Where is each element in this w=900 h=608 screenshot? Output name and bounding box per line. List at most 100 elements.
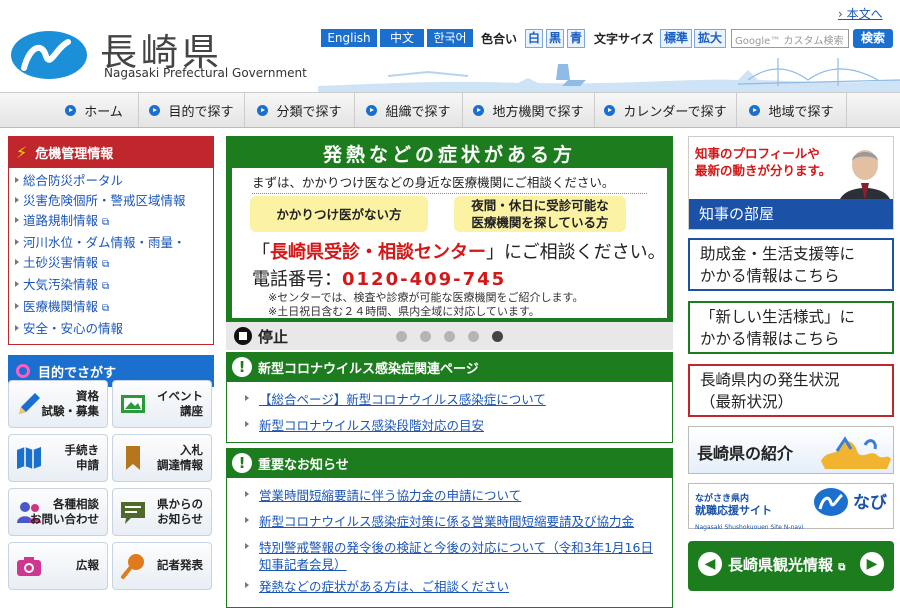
subsidy-info-banner[interactable]: 助成金・生活支援等に かかる情報はこちら bbox=[688, 238, 894, 291]
external-link-icon: ⧉ bbox=[102, 281, 110, 292]
camera-icon bbox=[17, 557, 41, 576]
font-large-button[interactable]: 拡大 bbox=[694, 29, 726, 48]
button-label-line2: お問い合わせ bbox=[30, 512, 99, 526]
purpose-pr-button[interactable]: 広報 bbox=[8, 542, 108, 590]
color-blue-button[interactable]: 青 bbox=[567, 29, 585, 48]
prev-arrow-icon[interactable]: ◀ bbox=[698, 552, 722, 576]
logo-title-en: Nagasaki Prefectural Government bbox=[104, 66, 307, 80]
purpose-press-button[interactable]: 記者発表 bbox=[112, 542, 212, 590]
crisis-panel-header: ⚡ 危機管理情報 bbox=[8, 136, 214, 168]
news-link[interactable]: 【総合ページ】新型コロナウイルス感染症について bbox=[227, 388, 672, 414]
link-label: 医療機関情報 bbox=[23, 299, 99, 314]
nav-calendar[interactable]: カレンダーで探す bbox=[595, 93, 737, 127]
lightning-icon: ⚡ bbox=[16, 142, 28, 162]
external-link-icon: ⧉ bbox=[102, 217, 110, 228]
covid-section-title: 新型コロナウイルス感染症関連ページ bbox=[258, 361, 479, 377]
news-link[interactable]: 特別警戒警報の発令後の検証と今後の対応について（令和3年1月16日 知事記者会見） bbox=[227, 536, 672, 575]
crisis-link-hazard-areas[interactable]: 災害危険個所・警戒区域情報 bbox=[9, 191, 213, 211]
outbreak-status-banner[interactable]: 長崎県内の発生状況 （最新状況） bbox=[688, 364, 894, 417]
job-support-site-banner[interactable]: ながさき県内 就職応援サイト Nagasaki Shushokuouen Sit… bbox=[688, 483, 894, 531]
main-content: 発熱などの症状がある方 まずは、かかりつけ医などの身近な医療機関にご相談ください… bbox=[226, 136, 673, 608]
crisis-link-air[interactable]: 大気汚染情報 ⧉ bbox=[9, 275, 213, 297]
slider-dot[interactable] bbox=[396, 331, 407, 342]
slider-dot[interactable] bbox=[468, 331, 479, 342]
button-label-line2: 試験・募集 bbox=[41, 404, 100, 418]
governor-text-line1: 知事のプロフィールや bbox=[695, 146, 820, 161]
covid-section-header: ! 新型コロナウイルス感染症関連ページ bbox=[226, 352, 673, 382]
intro-label: 長崎県の紹介 bbox=[697, 444, 794, 463]
next-arrow-icon[interactable]: ▶ bbox=[860, 552, 884, 576]
new-lifestyle-banner[interactable]: 「新しい生活様式」に かかる情報はこちら bbox=[688, 301, 894, 354]
nav-organization[interactable]: 組織で探す bbox=[355, 93, 463, 127]
left-sidebar: ⚡ 危機管理情報 総合防災ポータル 災害危険個所・警戒区域情報 道路規制情報 ⧉… bbox=[8, 136, 214, 387]
crisis-link-medical[interactable]: 医療機関情報 ⧉ bbox=[9, 297, 213, 319]
map-book-icon bbox=[17, 447, 41, 469]
nav-region[interactable]: 地域で探す bbox=[737, 93, 847, 127]
crisis-link-disaster-portal[interactable]: 総合防災ポータル bbox=[9, 171, 213, 191]
no-family-doctor-box: かかりつけ医がない方 bbox=[250, 196, 428, 232]
search-button[interactable]: 検索 bbox=[853, 29, 893, 48]
nav-category[interactable]: 分類で探す bbox=[245, 93, 355, 127]
slider-controls: 停止 bbox=[226, 322, 673, 350]
button-label-line1: 県からの bbox=[157, 497, 203, 511]
governor-banner-text: 知事のプロフィールや 最新の動きが分ります。 bbox=[695, 145, 835, 179]
purpose-procedures-button[interactable]: 手続き 申請 bbox=[8, 434, 108, 482]
lang-english-button[interactable]: English bbox=[321, 29, 377, 47]
nav-label: 目的で探す bbox=[168, 104, 234, 120]
crisis-link-road[interactable]: 道路規制情報 ⧉ bbox=[9, 211, 213, 233]
font-standard-button[interactable]: 標準 bbox=[660, 29, 692, 48]
lang-chinese-button[interactable]: 中文 bbox=[380, 29, 424, 47]
prefecture-logo-icon[interactable] bbox=[10, 30, 88, 80]
magnifier-icon bbox=[16, 364, 30, 378]
purpose-qualifications-button[interactable]: 資格 試験・募集 bbox=[8, 380, 108, 428]
center-name: 長崎県受診・相談センター bbox=[270, 242, 486, 263]
skip-to-content-link[interactable]: › 本文へ bbox=[838, 5, 883, 22]
stop-icon[interactable] bbox=[234, 327, 252, 345]
crisis-link-river[interactable]: 河川水位・ダム情報・雨量・ bbox=[9, 233, 213, 253]
slider-dot-active[interactable] bbox=[492, 331, 503, 342]
purpose-notices-button[interactable]: 県からの お知らせ bbox=[112, 488, 212, 536]
nav-local-agencies[interactable]: 地方機関で探す bbox=[463, 93, 595, 127]
button-label-line1: イベント bbox=[157, 389, 203, 403]
slider-stop-label[interactable]: 停止 bbox=[258, 326, 288, 347]
purpose-events-button[interactable]: イベント 講座 bbox=[112, 380, 212, 428]
purpose-panel-title: 目的でさがす bbox=[38, 365, 117, 381]
search-input[interactable]: Google™ カスタム検索 bbox=[731, 29, 849, 48]
link-label: 特別警戒警報の発令後の検証と今後の対応について（令和3年1月16日 bbox=[259, 540, 653, 555]
box-line1: 夜間・休日に受診可能な bbox=[471, 198, 609, 213]
color-black-button[interactable]: 黒 bbox=[546, 29, 564, 48]
governor-room-banner[interactable]: 知事のプロフィールや 最新の動きが分ります。 知事の部屋 bbox=[688, 136, 894, 230]
news-link[interactable]: 発熱などの症状がある方は、ご相談ください bbox=[227, 575, 672, 601]
link-label: 道路規制情報 bbox=[23, 213, 99, 228]
arrow-circle-icon bbox=[257, 104, 269, 116]
crisis-link-landslide[interactable]: 土砂災害情報 ⧉ bbox=[9, 253, 213, 275]
purpose-bidding-button[interactable]: 入札 調達情報 bbox=[112, 434, 212, 482]
news-link[interactable]: 新型コロナウイルス感染症対策に係る営業時間短縮要請及び協力金 bbox=[227, 510, 672, 536]
lang-korean-button[interactable]: 한국어 bbox=[427, 29, 473, 47]
link-label: 土砂災害情報 bbox=[23, 255, 99, 270]
exclamation-icon: ! bbox=[232, 357, 252, 377]
slider-dot[interactable] bbox=[444, 331, 455, 342]
phone-number: 0120-409-745 bbox=[342, 269, 507, 290]
governor-room-label: 知事の部屋 bbox=[689, 199, 893, 229]
slider-dot[interactable] bbox=[420, 331, 431, 342]
purpose-consultation-button[interactable]: 各種相談 お問い合わせ bbox=[8, 488, 108, 536]
button-label-line1: 入札 bbox=[180, 443, 203, 457]
news-link[interactable]: 営業時間短縮要請に伴う協力金の申請について bbox=[227, 484, 672, 510]
notice-section-header: ! 重要なお知らせ bbox=[226, 448, 673, 478]
font-size-label: 文字サイズ bbox=[594, 32, 654, 46]
nav-purpose[interactable]: 目的で探す bbox=[139, 93, 245, 127]
global-nav: ホーム 目的で探す 分類で探す 組織で探す 地方機関で探す カレンダーで探す 地… bbox=[0, 92, 900, 128]
harbor-skyline-illustration bbox=[318, 58, 900, 92]
color-white-button[interactable]: 白 bbox=[525, 29, 543, 48]
tourism-info-title[interactable]: 長崎県観光情報 ⧉ bbox=[728, 554, 845, 575]
prefecture-intro-banner[interactable]: 長崎県の紹介 bbox=[688, 426, 894, 474]
nav-home[interactable]: ホーム bbox=[50, 93, 139, 127]
news-link[interactable]: 新型コロナウイルス感染段階対応の目安 bbox=[227, 414, 672, 440]
arrow-circle-icon bbox=[473, 104, 485, 116]
crisis-link-safety[interactable]: 安全・安心の情報 bbox=[9, 319, 213, 339]
arrow-circle-icon bbox=[366, 104, 378, 116]
color-label: 色合い bbox=[481, 32, 518, 46]
fever-consultation-banner[interactable]: 発熱などの症状がある方 まずは、かかりつけ医などの身近な医療機関にご相談ください… bbox=[226, 136, 673, 322]
governor-portrait-icon bbox=[839, 150, 891, 203]
